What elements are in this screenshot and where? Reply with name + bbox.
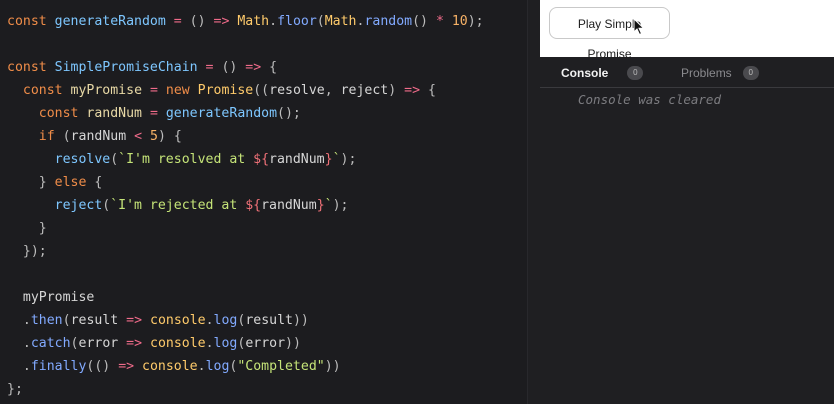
code-line-9: reject(`I'm rejected at ${randNum}`); bbox=[54, 198, 349, 213]
tab-console[interactable]: Console 0 bbox=[561, 64, 644, 82]
code-line-13: myPromise bbox=[22, 290, 95, 305]
code-line-10: } bbox=[38, 221, 47, 236]
console-tabs: Console 0 Problems 0 bbox=[540, 57, 834, 88]
tab-problems-label: Problems bbox=[681, 65, 732, 80]
console-message: Console was cleared bbox=[578, 92, 721, 107]
code-line-6: if (randNum < 5) { bbox=[38, 129, 182, 144]
preview-console-pane: Play Simple Promise Console 0 Problems 0 C… bbox=[540, 0, 834, 404]
code-line-3: const SimplePromiseChain = () => { bbox=[7, 60, 278, 75]
problems-count-badge: 0 bbox=[742, 65, 759, 80]
play-simple-promise-button[interactable]: Play Simple Promise bbox=[549, 7, 670, 61]
pane-divider[interactable] bbox=[527, 0, 541, 404]
tab-console-label: Console bbox=[561, 65, 609, 80]
code-line-15: .catch(error => console.log(error)) bbox=[22, 336, 301, 351]
tab-problems[interactable]: Problems 0 bbox=[681, 64, 759, 82]
code-block[interactable]: const generateRandom = () => Math.floor(… bbox=[7, 10, 484, 401]
code-line-14: .then(result => console.log(result)) bbox=[22, 313, 309, 328]
code-line-1: const generateRandom = () => Math.floor(… bbox=[7, 14, 484, 29]
code-line-16: .finally(() => console.log("Completed")) bbox=[22, 359, 341, 374]
code-line-11: }); bbox=[22, 244, 47, 259]
code-line-4: const myPromise = new Promise((resolve, … bbox=[22, 83, 436, 98]
code-line-17: }; bbox=[7, 382, 23, 397]
mouse-pointer-icon bbox=[633, 18, 645, 36]
code-line-8: } else { bbox=[38, 175, 103, 190]
code-editor[interactable]: const generateRandom = () => Math.floor(… bbox=[0, 0, 527, 404]
console-count-badge: 0 bbox=[627, 65, 644, 80]
preview-area: Play Simple Promise bbox=[540, 0, 834, 61]
code-line-5: const randNum = generateRandom(); bbox=[38, 106, 301, 121]
code-line-7: resolve(`I'm resolved at ${randNum}`); bbox=[54, 152, 357, 167]
